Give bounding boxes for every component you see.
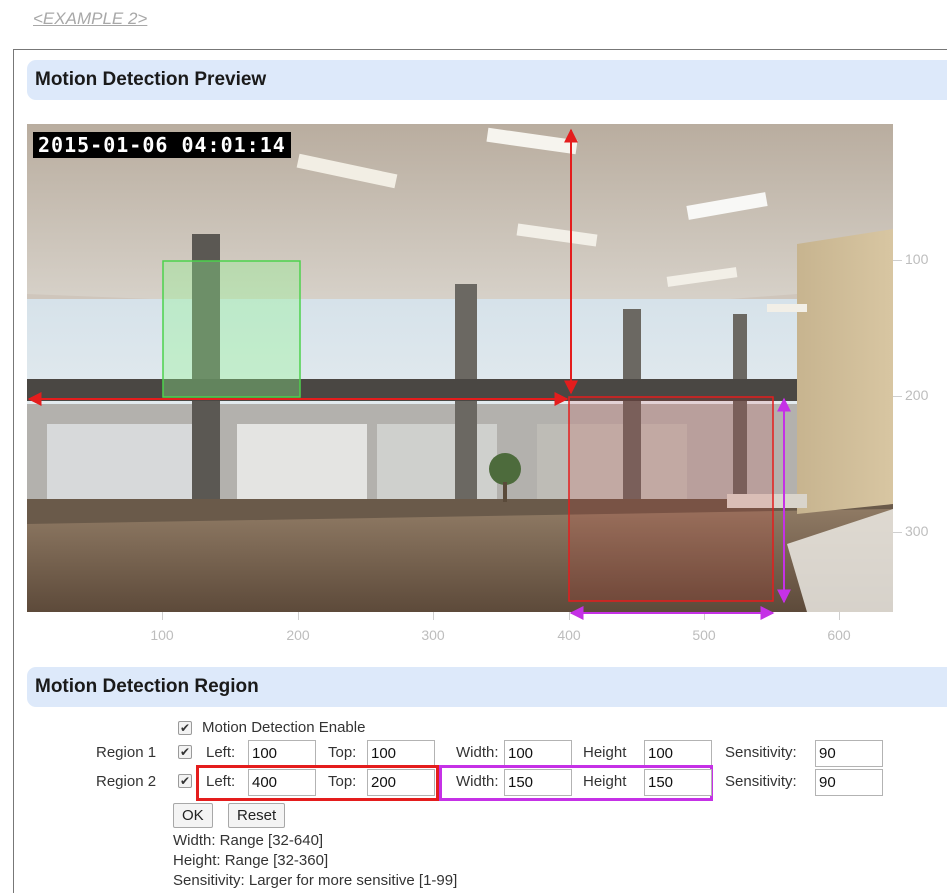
y-tick-label: 200	[905, 387, 929, 403]
region2-top-input[interactable]	[367, 769, 435, 796]
sensitivity-hint: Sensitivity: Larger for more sensitive […	[173, 872, 458, 889]
settings-panel: Motion Detection Preview 2015-01-06 04:0…	[13, 49, 947, 893]
region2-checkbox[interactable]: ✔	[178, 774, 192, 788]
y-tick-label: 100	[905, 251, 929, 267]
x-tick	[569, 612, 570, 620]
region2-height-label: Height	[583, 773, 627, 790]
width-range-hint: Width: Range [32-640]	[173, 832, 324, 849]
x-tick	[162, 612, 163, 620]
ok-button[interactable]: OK	[173, 803, 213, 828]
region1-height-input[interactable]	[644, 740, 712, 767]
region-form: ✔ Motion Detection Enable Region 1 ✔ Lef…	[14, 715, 947, 893]
region2-sensitivity-label: Sensitivity:	[725, 773, 797, 790]
timestamp-overlay: 2015-01-06 04:01:14	[33, 132, 291, 158]
motion-enable-label: Motion Detection Enable	[202, 719, 366, 736]
region1-checkbox[interactable]: ✔	[178, 745, 192, 759]
y-tick	[893, 260, 902, 261]
region1-sensitivity-input[interactable]	[815, 740, 883, 767]
y-tick	[893, 532, 902, 533]
x-tick	[704, 612, 705, 620]
region1-left-label: Left:	[206, 744, 236, 761]
region2-left-label: Left:	[206, 773, 236, 790]
region2-label: Region 2	[96, 773, 157, 790]
x-tick	[298, 612, 299, 620]
region2-height-input[interactable]	[644, 769, 712, 796]
reset-button[interactable]: Reset	[228, 803, 286, 828]
x-tick-label: 400	[557, 627, 581, 643]
region2-top-label: Top:	[328, 773, 357, 790]
region1-left-input[interactable]	[248, 740, 316, 767]
y-tick	[893, 396, 902, 397]
x-tick-label: 200	[286, 627, 310, 643]
region2-width-input[interactable]	[504, 769, 572, 796]
region1-width-label: Width:	[456, 744, 499, 761]
x-tick	[433, 612, 434, 620]
height-range-hint: Height: Range [32-360]	[173, 852, 329, 869]
x-tick-label: 100	[150, 627, 174, 643]
region1-top-input[interactable]	[367, 740, 435, 767]
camera-preview	[27, 124, 893, 612]
example-label: <EXAMPLE 2>	[33, 9, 148, 28]
y-axis: 100 200 300	[893, 124, 947, 612]
x-tick-label: 600	[827, 627, 851, 643]
region1-width-input[interactable]	[504, 740, 572, 767]
region2-left-input[interactable]	[248, 769, 316, 796]
region1-label: Region 1	[96, 744, 157, 761]
region1-top-label: Top:	[328, 744, 357, 761]
region2-width-label: Width:	[456, 773, 499, 790]
region-section-title: Motion Detection Region	[27, 667, 947, 707]
region2-sensitivity-input[interactable]	[815, 769, 883, 796]
region1-sensitivity-label: Sensitivity:	[725, 744, 797, 761]
motion-enable-checkbox[interactable]: ✔	[178, 721, 192, 735]
x-tick	[839, 612, 840, 620]
y-tick-label: 300	[905, 523, 929, 539]
x-tick-label: 500	[692, 627, 716, 643]
x-axis: 100 200 300 400 500 600	[27, 612, 893, 643]
preview-section-title: Motion Detection Preview	[27, 60, 947, 100]
region1-height-label: Height	[583, 744, 627, 761]
x-tick-label: 300	[421, 627, 445, 643]
